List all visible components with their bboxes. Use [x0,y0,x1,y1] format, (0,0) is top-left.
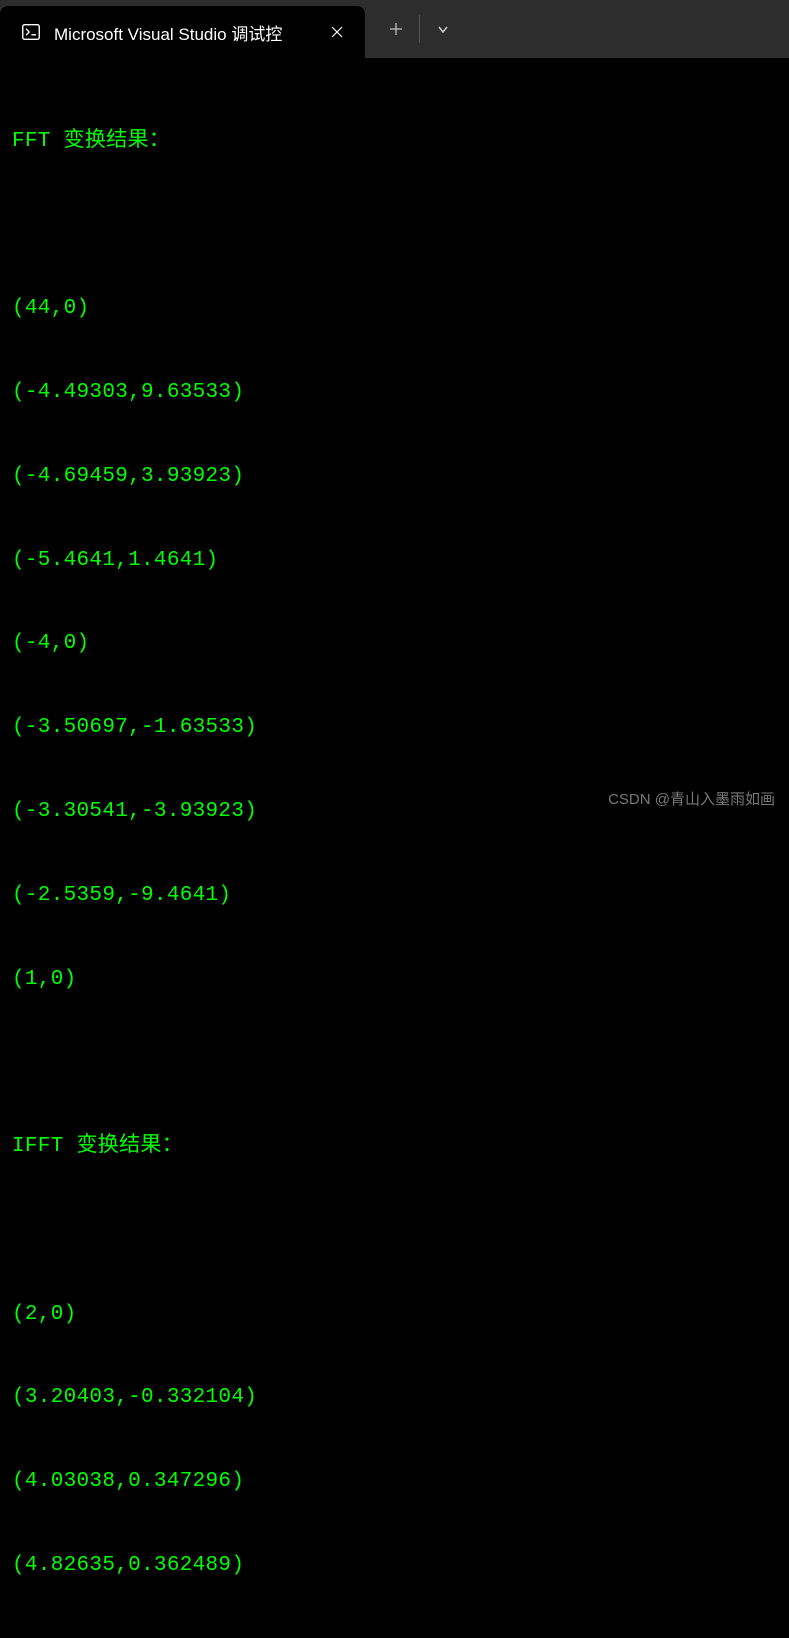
close-tab-button[interactable] [325,20,349,44]
terminal-line: FFT 变换结果： [12,128,777,156]
terminal-icon [20,21,42,43]
terminal-line: (44,0) [12,295,777,323]
terminal-line: (6,0) [12,1636,777,1638]
window-titlebar: Microsoft Visual Studio 调试控 [0,0,789,58]
active-tab[interactable]: Microsoft Visual Studio 调试控 [0,6,365,58]
terminal-line: (-5.4641,1.4641) [12,547,777,575]
terminal-line [12,212,777,240]
terminal-line: (4.82635,0.362489) [12,1552,777,1580]
terminal-line [12,1049,777,1077]
dropdown-button[interactable] [420,0,466,58]
terminal-line: (-4.49303,9.63533) [12,379,777,407]
terminal-line: (-3.50697,-1.63533) [12,714,777,742]
tab-title: Microsoft Visual Studio 调试控 [54,20,282,45]
terminal-line: (-2.5359,-9.4641) [12,882,777,910]
terminal-line: (4.03038,0.347296) [12,1468,777,1496]
terminal-line: (2,0) [12,1301,777,1329]
terminal-line: (-4,0) [12,630,777,658]
new-tab-button[interactable] [373,0,419,58]
terminal-line [12,1217,777,1245]
terminal-line: (-4.69459,3.93923) [12,463,777,491]
watermark: CSDN @青山入墨雨如画 [608,788,775,809]
terminal-output: FFT 变换结果： (44,0) (-4.49303,9.63533) (-4.… [0,58,789,1638]
terminal-line: (3.20403,-0.332104) [12,1384,777,1412]
tab-actions [365,0,474,58]
terminal-line: (1,0) [12,966,777,994]
terminal-line: IFFT 变换结果： [12,1133,777,1161]
